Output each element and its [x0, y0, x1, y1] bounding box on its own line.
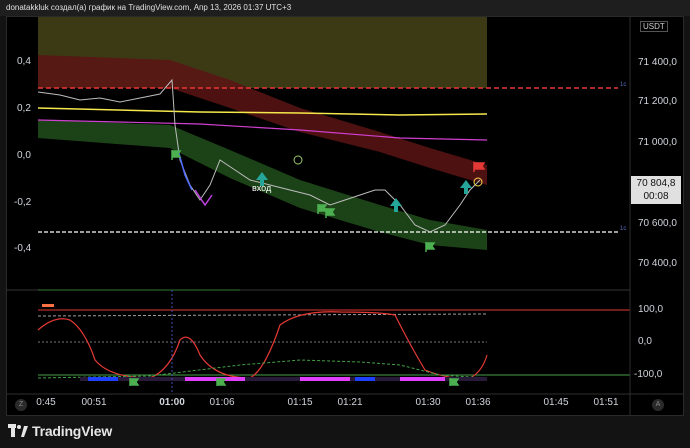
zoom-button[interactable]: Z: [15, 399, 27, 411]
time-tick: 01:36: [465, 397, 491, 408]
entry-annotation: вход: [252, 183, 272, 193]
green-flag-icon: [449, 378, 460, 386]
price-tick: 71 000,0: [638, 137, 677, 148]
signal-circle-icon: [293, 155, 303, 165]
buy-arrow-icon: [460, 180, 472, 194]
time-tick: 00:51: [81, 397, 107, 408]
time-tick: 01:06: [209, 397, 235, 408]
axis-marker: 1с: [620, 226, 626, 232]
left-tick: 0,4: [17, 56, 31, 67]
bar-countdown: 00:08: [643, 191, 669, 202]
left-tick: -0,4: [14, 243, 32, 254]
green-flag-icon: [425, 242, 436, 252]
price-tick: 70 400,0: [638, 258, 677, 269]
currency-label[interactable]: USDT: [640, 21, 668, 32]
osc-tick: 0,0: [638, 336, 652, 347]
green-flag-icon: [171, 150, 182, 160]
tradingview-logo-icon: [8, 424, 28, 438]
time-tick: 01:00: [159, 397, 185, 408]
green-flag-icon: [129, 378, 140, 386]
time-tick: 01:15: [287, 397, 313, 408]
tradingview-brand: TradingView: [32, 423, 113, 439]
time-tick: 01:51: [593, 397, 619, 408]
left-tick: 0,2: [17, 103, 31, 114]
tradingview-logo[interactable]: TradingView: [8, 423, 112, 439]
price-tick: 71 200,0: [638, 96, 677, 107]
time-tick: 01:45: [543, 397, 569, 408]
price-tick: 70 600,0: [638, 218, 677, 229]
axis-marker: 1с: [620, 82, 626, 88]
chart-canvas[interactable]: 1с 1с: [0, 0, 690, 448]
osc-level-dashed: [37, 313, 488, 317]
time-tick: 01:30: [415, 397, 441, 408]
purple-dip: [194, 189, 213, 207]
osc-tick: 100,0: [638, 304, 664, 315]
current-price: 70 804,8: [636, 178, 676, 189]
left-tick: -0,2: [14, 197, 32, 208]
green-flag-icon: [216, 378, 227, 386]
auto-scale-button[interactable]: A: [652, 399, 664, 411]
time-tick: 01:21: [337, 397, 363, 408]
osc-orange-marker: [42, 304, 54, 307]
left-tick: 0,0: [17, 150, 31, 161]
price-tick: 71 400,0: [638, 57, 677, 68]
osc-tick: -100,0: [634, 369, 663, 380]
osc-red-curve: [37, 311, 488, 379]
time-tick: 0:45: [36, 397, 56, 408]
current-price-badge: 70 804,8 00:08: [631, 176, 681, 204]
